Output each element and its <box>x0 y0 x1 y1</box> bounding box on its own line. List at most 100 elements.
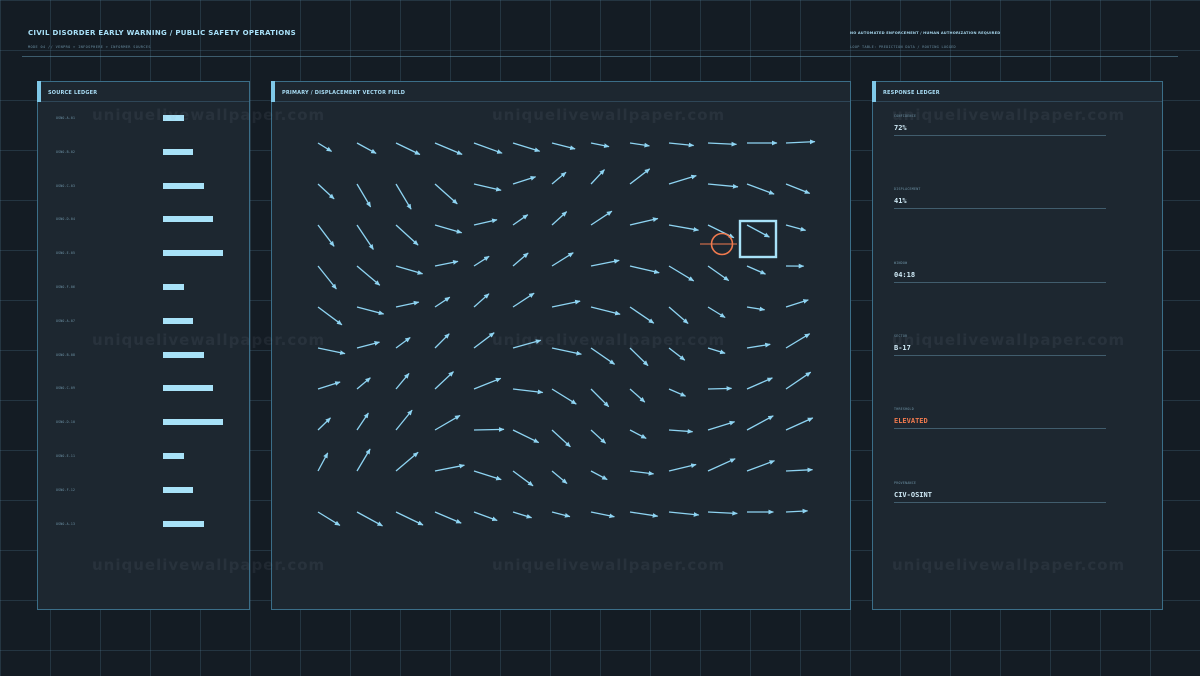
response-item: PROVENANCE CIV-OSINT <box>894 481 1106 521</box>
vector-field-canvas[interactable] <box>272 82 850 609</box>
vector-arrow <box>434 333 450 349</box>
vector-arrow <box>551 299 581 308</box>
response-item-value: CIV-OSINT <box>894 490 932 499</box>
source-row[interactable]: OSNO-B-02 <box>38 148 249 159</box>
source-row[interactable]: OSNO-E-11 <box>38 453 249 463</box>
vector-arrow <box>395 183 412 210</box>
vector-arrow <box>473 183 502 192</box>
source-row[interactable]: OSNO-D-10 <box>38 419 249 429</box>
vector-arrow <box>590 470 608 481</box>
vector-arrow <box>317 224 335 247</box>
vector-arrow <box>707 265 730 282</box>
response-ledger-panel: RESPONSE LEDGER CONFIDENCE 72% DISPLACEMEN… <box>872 81 1163 610</box>
vector-arrow <box>551 511 571 518</box>
source-row[interactable]: OSNO-A-01 <box>38 115 249 125</box>
vector-arrow <box>395 372 410 390</box>
source-row-bar <box>163 486 193 493</box>
vector-arrow <box>551 470 568 484</box>
source-row[interactable]: OSNO-F-12 <box>38 486 249 497</box>
vector-arrow <box>512 214 529 226</box>
vector-arrow <box>317 306 343 326</box>
source-row-bar <box>163 351 204 358</box>
vector-arrow <box>590 259 620 267</box>
response-item-label: WINDOW <box>894 260 908 265</box>
vector-arrow <box>590 169 605 185</box>
vector-arrow <box>590 210 613 226</box>
vector-arrow <box>317 265 337 290</box>
source-row-label: OSNO-F-06 <box>56 285 76 289</box>
source-row-label: OSNO-E-11 <box>56 454 76 458</box>
vector-arrow <box>668 511 700 517</box>
response-item-divider <box>894 354 1106 356</box>
source-row[interactable]: OSNO-F-06 <box>38 284 249 294</box>
vector-arrow <box>707 183 739 189</box>
vector-arrow <box>473 332 495 349</box>
vector-arrow <box>551 429 571 448</box>
source-row-bar <box>163 148 193 155</box>
vector-arrow <box>668 224 699 232</box>
vector-arrow <box>356 142 377 154</box>
vector-arrow <box>395 265 424 275</box>
source-ledger-header: SOURCE LEDGER <box>37 81 249 102</box>
vector-arrow <box>707 141 737 147</box>
panel-accent <box>37 81 41 102</box>
vector-arrow <box>785 224 807 232</box>
source-row-bar <box>163 317 193 324</box>
vector-arrow <box>512 142 541 153</box>
source-row[interactable]: OSNO-D-04 <box>38 216 249 226</box>
vector-arrow <box>317 452 329 472</box>
source-row[interactable]: OSNO-C-03 <box>38 182 249 193</box>
response-item-label: SECTOR <box>894 333 908 338</box>
vector-arrow <box>434 511 462 524</box>
vector-arrow <box>629 388 646 403</box>
vector-arrow <box>746 265 766 275</box>
vector-arrow <box>629 306 655 324</box>
vector-arrow <box>395 511 424 526</box>
vector-arrow <box>551 142 576 150</box>
vector-arrow <box>590 347 616 365</box>
response-item-value: B-17 <box>894 343 911 352</box>
response-item-label: THRESHOLD <box>894 407 914 412</box>
vector-arrow <box>356 265 381 286</box>
response-ledger-header: RESPONSE LEDGER <box>872 81 1162 102</box>
authorization-notice: NO AUTOMATED ENFORCEMENT / HUMAN AUTHORI… <box>850 31 1001 35</box>
response-item-divider <box>894 281 1106 283</box>
source-row-label: OSNO-A-01 <box>56 116 76 120</box>
response-item-value: 72% <box>894 124 907 132</box>
vector-arrow <box>434 183 458 205</box>
source-row[interactable]: OSNO-B-08 <box>38 351 249 362</box>
source-row[interactable]: OSNO-E-05 <box>38 250 249 260</box>
vector-arrow <box>629 217 659 226</box>
vector-arrow <box>785 371 812 390</box>
source-row[interactable]: OSNO-A-13 <box>38 520 249 531</box>
source-ledger-panel: SOURCE LEDGER OSNO-A-01 OSNO-B-02 OSNO-C-0… <box>37 81 250 610</box>
vector-arrow <box>434 224 463 234</box>
vector-arrow <box>746 306 766 312</box>
vector-arrow <box>629 168 651 185</box>
vector-arrow <box>746 460 775 472</box>
response-item-divider <box>894 428 1106 430</box>
vector-arrow <box>629 265 660 275</box>
vector-arrow <box>356 306 385 316</box>
vector-arrow <box>629 511 659 518</box>
vector-arrow <box>395 451 419 472</box>
source-row[interactable]: OSNO-A-07 <box>38 317 249 328</box>
vector-arrow <box>785 183 811 195</box>
vector-arrow <box>473 427 505 432</box>
vector-arrow <box>356 448 371 472</box>
source-row-label: OSNO-A-07 <box>56 318 76 323</box>
vector-arrow <box>512 339 542 349</box>
vector-arrow <box>668 388 687 397</box>
vector-arrow <box>590 511 615 519</box>
vector-arrow <box>512 429 540 444</box>
vector-arrow <box>356 224 374 250</box>
vector-arrow <box>434 296 451 308</box>
target-box[interactable] <box>738 219 778 259</box>
vector-arrow <box>512 511 533 519</box>
vector-arrow <box>473 218 498 226</box>
source-row[interactable]: OSNO-C-09 <box>38 385 249 395</box>
vector-arrow <box>512 176 537 185</box>
vector-arrow <box>551 347 582 356</box>
vector-arrow <box>356 341 380 349</box>
response-item: DISPLACEMENT 41% <box>894 187 1106 227</box>
